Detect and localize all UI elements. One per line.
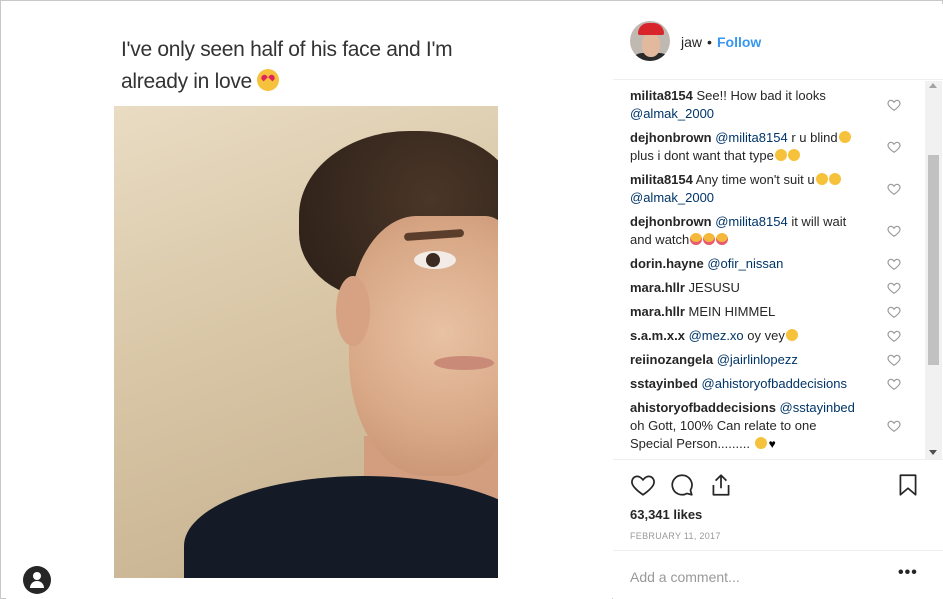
comment-icon[interactable] <box>669 472 695 498</box>
laughing-emoji-icon <box>815 173 828 185</box>
comment-text: r u blind <box>791 130 838 145</box>
post-photo <box>114 106 498 578</box>
tongue-emoji-icon <box>690 233 703 245</box>
comment-text: MEIN HIMMEL <box>688 304 776 319</box>
comment-username[interactable]: reiinozangela <box>630 352 713 367</box>
laughing-emoji-icon <box>774 149 787 161</box>
post-media: I've only seen half of his face and I'm … <box>6 4 612 599</box>
comment-username[interactable]: dejhonbrown <box>630 130 712 145</box>
photo-eye <box>414 251 456 269</box>
more-options-button[interactable]: ••• <box>898 564 918 582</box>
post-side-panel: jaw • Follow milita8154 See!! How bad it… <box>613 4 943 599</box>
meme-caption: I've only seen half of his face and I'm … <box>121 34 501 98</box>
comment-item: reiinozangela @jairlinlopezz <box>630 351 875 369</box>
avatar[interactable] <box>630 21 670 61</box>
comment-username[interactable]: sstayinbed <box>630 376 698 391</box>
laughing-emoji-icon <box>787 149 800 161</box>
like-comment-heart-icon[interactable] <box>887 377 901 391</box>
comment-mention[interactable]: @ofir_nissan <box>707 256 783 271</box>
comment-text: oh Gott, 100% Can relate to one <box>630 418 817 433</box>
comment-text: Any time won't suit u <box>695 172 815 187</box>
like-comment-heart-icon[interactable] <box>887 353 901 367</box>
add-comment-bar: ••• <box>613 550 943 599</box>
comment-text-continued: plus i dont want that type <box>630 148 774 163</box>
photo-ear <box>336 276 370 346</box>
post-modal: I've only seen half of his face and I'm … <box>0 0 943 599</box>
comment-item: milita8154 Any time won't suit u @almak_… <box>630 171 875 207</box>
like-comment-heart-icon[interactable] <box>887 224 901 238</box>
comment-username[interactable]: ahistoryofbaddecisions <box>630 400 776 415</box>
scroll-up-arrow-icon[interactable] <box>929 83 937 88</box>
scroll-thumb[interactable] <box>928 155 939 365</box>
laughing-emoji-icon <box>838 131 851 143</box>
comment-mention[interactable]: @ahistoryofbaddecisions <box>702 376 847 391</box>
like-comment-heart-icon[interactable] <box>887 305 901 319</box>
comment-username[interactable]: mara.hllr <box>630 304 685 319</box>
comment-text-continued: and watch <box>630 232 690 247</box>
comment-username[interactable]: s.a.m.x.x <box>630 328 685 343</box>
photo-shirt <box>184 476 498 578</box>
comment-mention[interactable]: @sstayinbed <box>780 400 855 415</box>
follow-separator: • <box>707 34 712 50</box>
post-actions: 63,341 likes FEBRUARY 11, 2017 ••• <box>613 459 943 599</box>
photo-lips <box>434 356 494 370</box>
avatar-santa-hat <box>638 23 664 35</box>
comment-text: JESUSU <box>688 280 740 295</box>
comment-item: mara.hllr MEIN HIMMEL <box>630 303 875 321</box>
comment-mention[interactable]: @jairlinlopezz <box>717 352 798 367</box>
user-circle-icon[interactable] <box>23 566 51 594</box>
comments-scrollbar[interactable] <box>925 81 942 459</box>
like-comment-heart-icon[interactable] <box>887 140 901 154</box>
comment-text: oy vey <box>747 328 785 343</box>
follow-button[interactable]: Follow <box>717 34 761 50</box>
tongue-emoji-icon <box>716 233 729 245</box>
like-comment-heart-icon[interactable] <box>887 281 901 295</box>
bookmark-icon[interactable] <box>895 472 921 498</box>
comment-mention[interactable]: @almak_2000 <box>630 190 714 205</box>
post-username[interactable]: jaw <box>681 34 702 50</box>
comment-item: sstayinbed @ahistoryofbaddecisions <box>630 375 875 393</box>
post-header: jaw • Follow <box>613 4 943 80</box>
comment-username[interactable]: mara.hllr <box>630 280 685 295</box>
post-date[interactable]: FEBRUARY 11, 2017 <box>630 531 721 541</box>
comment-mention[interactable]: @almak_2000 <box>630 106 714 121</box>
heart-eyes-emoji-icon <box>257 69 280 91</box>
comment-text: it will wait <box>791 214 847 229</box>
comment-username[interactable]: milita8154 <box>630 172 693 187</box>
comment-mention[interactable]: @mez.xo <box>689 328 744 343</box>
black-heart-icon: ♥ <box>768 437 776 451</box>
share-icon[interactable] <box>708 472 734 498</box>
laughing-emoji-icon <box>828 173 841 185</box>
like-comment-heart-icon[interactable] <box>887 257 901 271</box>
comment-list: milita8154 See!! How bad it looks @almak… <box>613 81 933 459</box>
comment-mention[interactable]: @milita8154 <box>715 214 787 229</box>
comment-text-continued: Special Person......... <box>630 436 750 451</box>
comment-text: See!! How bad it looks <box>696 88 826 103</box>
comment-item: milita8154 See!! How bad it looks @almak… <box>630 87 875 123</box>
avatar-face <box>642 33 660 57</box>
likes-count[interactable]: 63,341 likes <box>630 507 702 522</box>
comment-item: mara.hllr JESUSU <box>630 279 875 297</box>
comment-item: dejhonbrown @milita8154 r u blind plus i… <box>630 129 875 165</box>
like-comment-heart-icon[interactable] <box>887 419 901 433</box>
add-comment-input[interactable] <box>630 564 880 590</box>
heart-icon[interactable] <box>630 472 656 498</box>
tongue-emoji-icon <box>703 233 716 245</box>
comment-item: dorin.hayne @ofir_nissan <box>630 255 875 273</box>
heart-eyes-emoji-icon <box>785 329 798 341</box>
comment-username[interactable]: milita8154 <box>630 88 693 103</box>
comment-item: ahistoryofbaddecisions @sstayinbed oh Go… <box>630 399 875 453</box>
comment-username[interactable]: dorin.hayne <box>630 256 704 271</box>
meme-caption-text: I've only seen half of his face and I'm … <box>121 38 453 93</box>
comment-item: s.a.m.x.x @mez.xo oy vey <box>630 327 875 345</box>
like-comment-heart-icon[interactable] <box>887 329 901 343</box>
scroll-down-arrow-icon[interactable] <box>929 450 937 455</box>
comment-mention[interactable]: @milita8154 <box>715 130 787 145</box>
like-comment-heart-icon[interactable] <box>887 98 901 112</box>
pensive-emoji-icon <box>754 437 767 449</box>
comment-item: dejhonbrown @milita8154 it will wait and… <box>630 213 875 249</box>
like-comment-heart-icon[interactable] <box>887 182 901 196</box>
comment-username[interactable]: dejhonbrown <box>630 214 712 229</box>
